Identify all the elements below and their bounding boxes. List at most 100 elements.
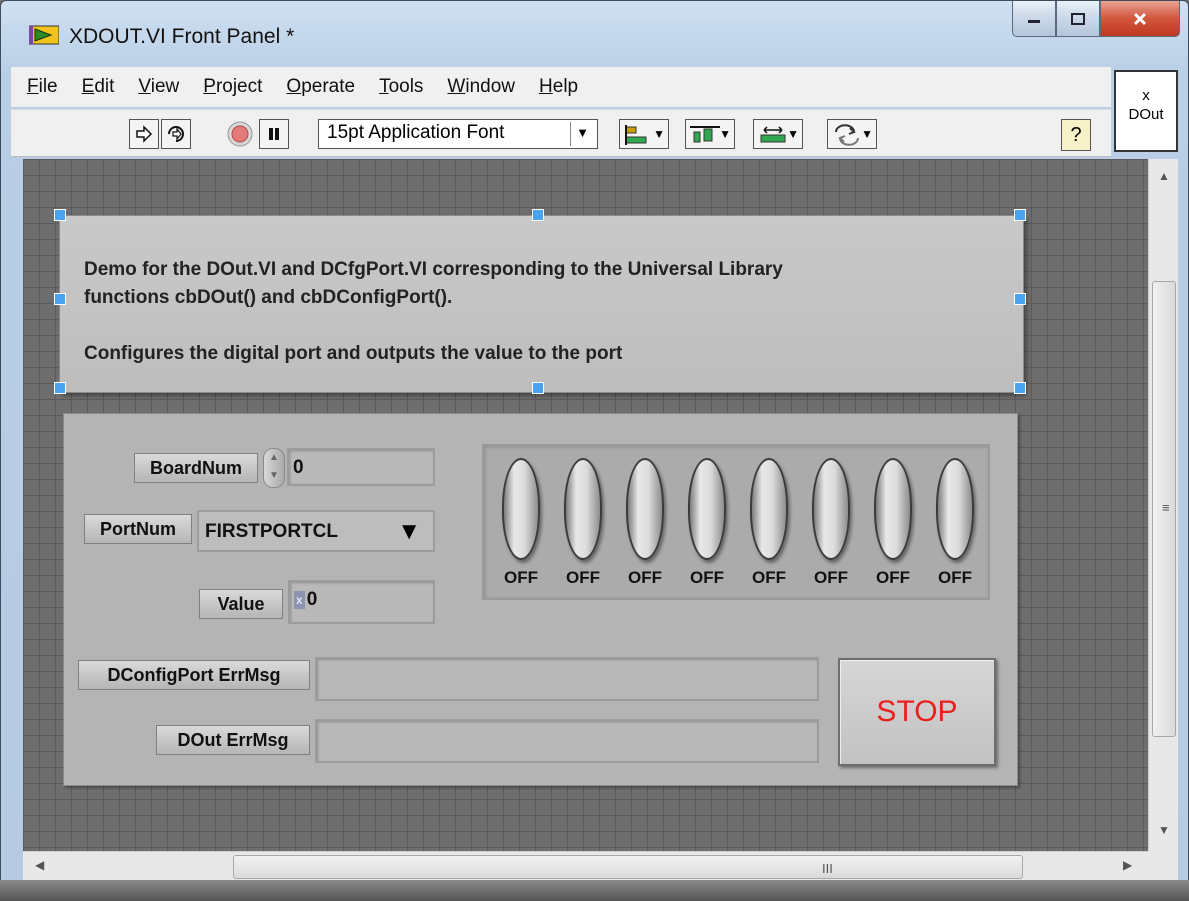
front-panel-canvas[interactable]: Demo for the DOut.VI and DCfgPort.VI cor… <box>23 159 1148 851</box>
abort-button[interactable] <box>225 119 255 149</box>
led-label: OFF <box>752 568 786 587</box>
resize-grip[interactable] <box>1148 851 1178 881</box>
distribute-objects-button[interactable]: ▼ <box>685 119 735 149</box>
vi-icon-line2: DOut <box>1128 106 1164 123</box>
led-indicator[interactable] <box>812 458 850 560</box>
boardnum-input[interactable]: 0 <box>287 448 435 486</box>
horizontal-scrollbar[interactable]: ◀ III ▶ <box>23 851 1148 881</box>
reorder-icon <box>835 124 859 146</box>
boardnum-value: 0 <box>293 457 304 478</box>
menu-view[interactable]: View <box>138 76 179 98</box>
menu-edit[interactable]: Edit <box>82 76 115 98</box>
chevron-down-icon: ▼ <box>576 125 589 140</box>
led-indicator[interactable] <box>688 458 726 560</box>
controls-panel: BoardNum ▲ ▼ 0 PortNum FIRSTPORTCL ▼ Valu… <box>63 413 1018 786</box>
vi-connector-icon[interactable]: x DOut <box>1114 70 1178 152</box>
run-button[interactable] <box>129 119 159 149</box>
scroll-grip-icon: ≡ <box>1162 500 1170 515</box>
chevron-down-icon: ▼ <box>719 127 731 141</box>
scroll-up-icon[interactable]: ▲ <box>1158 169 1170 183</box>
led-label: OFF <box>876 568 910 587</box>
resize-handle[interactable] <box>1014 209 1026 221</box>
dconfigport-errmsg-indicator[interactable] <box>315 657 819 701</box>
dout-errmsg-label: DOut ErrMsg <box>156 725 310 755</box>
resize-handle[interactable] <box>532 209 544 221</box>
led-indicator[interactable] <box>502 458 540 560</box>
menu-help[interactable]: Help <box>539 76 578 98</box>
stop-button[interactable]: STOP <box>838 658 996 766</box>
vertical-scroll-thumb[interactable]: ≡ <box>1152 281 1176 737</box>
description-line-1: Demo for the DOut.VI and DCfgPort.VI cor… <box>84 259 783 280</box>
menu-tools[interactable]: Tools <box>379 76 423 98</box>
resize-handle[interactable] <box>532 382 544 394</box>
chevron-down-icon: ▼ <box>653 127 665 141</box>
window-shadow <box>0 880 1189 901</box>
stop-sign-icon <box>227 121 253 147</box>
led-label: OFF <box>628 568 662 587</box>
resize-handle[interactable] <box>54 209 66 221</box>
menu-window[interactable]: Window <box>447 76 515 98</box>
led-indicator[interactable] <box>936 458 974 560</box>
dropdown-arrow-icon: ▼ <box>397 518 421 545</box>
resize-handle[interactable] <box>1014 382 1026 394</box>
led-label: OFF <box>566 568 600 587</box>
resize-handle[interactable] <box>54 293 66 305</box>
title-bar[interactable]: XDOUT.VI Front Panel * <box>1 1 1188 63</box>
resize-objects-icon <box>760 126 786 143</box>
scroll-right-icon[interactable]: ▶ <box>1123 858 1132 872</box>
boardnum-increment-decrement[interactable]: ▲ ▼ <box>263 448 285 488</box>
minimize-button[interactable] <box>1012 1 1056 37</box>
led-indicator[interactable] <box>750 458 788 560</box>
labview-window: XDOUT.VI Front Panel * File Edit View Pr… <box>0 0 1189 901</box>
align-objects-icon <box>625 125 647 145</box>
value-input[interactable]: x0 <box>288 580 435 624</box>
description-line-3: Configures the digital port and outputs … <box>84 343 623 364</box>
context-help-button[interactable]: ? <box>1061 119 1091 151</box>
dout-errmsg-indicator[interactable] <box>315 719 819 763</box>
portnum-label: PortNum <box>84 514 192 544</box>
radix-indicator[interactable]: x <box>294 590 305 609</box>
font-select[interactable]: 15pt Application Font ▼ <box>318 119 598 149</box>
font-select-value: 15pt Application Font <box>327 122 505 143</box>
resize-objects-button[interactable]: ▼ <box>753 119 803 149</box>
maximize-icon <box>1071 12 1085 25</box>
menu-operate[interactable]: Operate <box>286 76 355 98</box>
vertical-scrollbar[interactable]: ▲ ≡ ▼ <box>1148 159 1178 851</box>
led-indicator[interactable] <box>626 458 664 560</box>
caption-buttons <box>1012 1 1180 41</box>
vi-icon-line1: x <box>1142 87 1150 104</box>
scroll-down-icon[interactable]: ▼ <box>1158 823 1170 837</box>
resize-handle[interactable] <box>1014 293 1026 305</box>
minimize-icon <box>1028 19 1040 23</box>
close-icon <box>1133 12 1147 25</box>
menu-file[interactable]: File <box>27 76 58 98</box>
chevron-down-icon: ▼ <box>861 127 873 141</box>
toolbar: 15pt Application Font ▼ ▼ ▼ ▼ ▼ ? <box>11 109 1111 157</box>
close-button[interactable] <box>1100 1 1180 37</box>
run-arrow-icon <box>136 125 153 143</box>
portnum-select[interactable]: FIRSTPORTCL ▼ <box>197 510 435 552</box>
value-value: 0 <box>306 589 318 610</box>
run-continuously-button[interactable] <box>161 119 191 149</box>
scroll-left-icon[interactable]: ◀ <box>35 858 44 872</box>
reorder-button[interactable]: ▼ <box>827 119 877 149</box>
labview-icon <box>29 25 59 45</box>
led-array: OFF OFF OFF OFF OFF OFF OFF OFF <box>482 444 990 600</box>
window-title: XDOUT.VI Front Panel * <box>69 25 295 48</box>
horizontal-scroll-thumb[interactable]: III <box>233 855 1023 879</box>
resize-handle[interactable] <box>54 382 66 394</box>
dconfigport-errmsg-label: DConfigPort ErrMsg <box>78 660 310 690</box>
led-indicator[interactable] <box>564 458 602 560</box>
run-continuously-icon <box>168 126 184 142</box>
led-indicator[interactable] <box>874 458 912 560</box>
description-text-box[interactable]: Demo for the DOut.VI and DCfgPort.VI cor… <box>59 215 1024 393</box>
description-line-2: functions cbDOut() and cbDConfigPort(). <box>84 287 453 308</box>
distribute-objects-icon <box>690 126 720 143</box>
align-objects-button[interactable]: ▼ <box>619 119 669 149</box>
led-label: OFF <box>814 568 848 587</box>
menu-project[interactable]: Project <box>203 76 262 98</box>
pause-button[interactable] <box>259 119 289 149</box>
maximize-button[interactable] <box>1056 1 1100 37</box>
font-select-separator <box>570 122 571 146</box>
pause-icon <box>269 128 279 140</box>
